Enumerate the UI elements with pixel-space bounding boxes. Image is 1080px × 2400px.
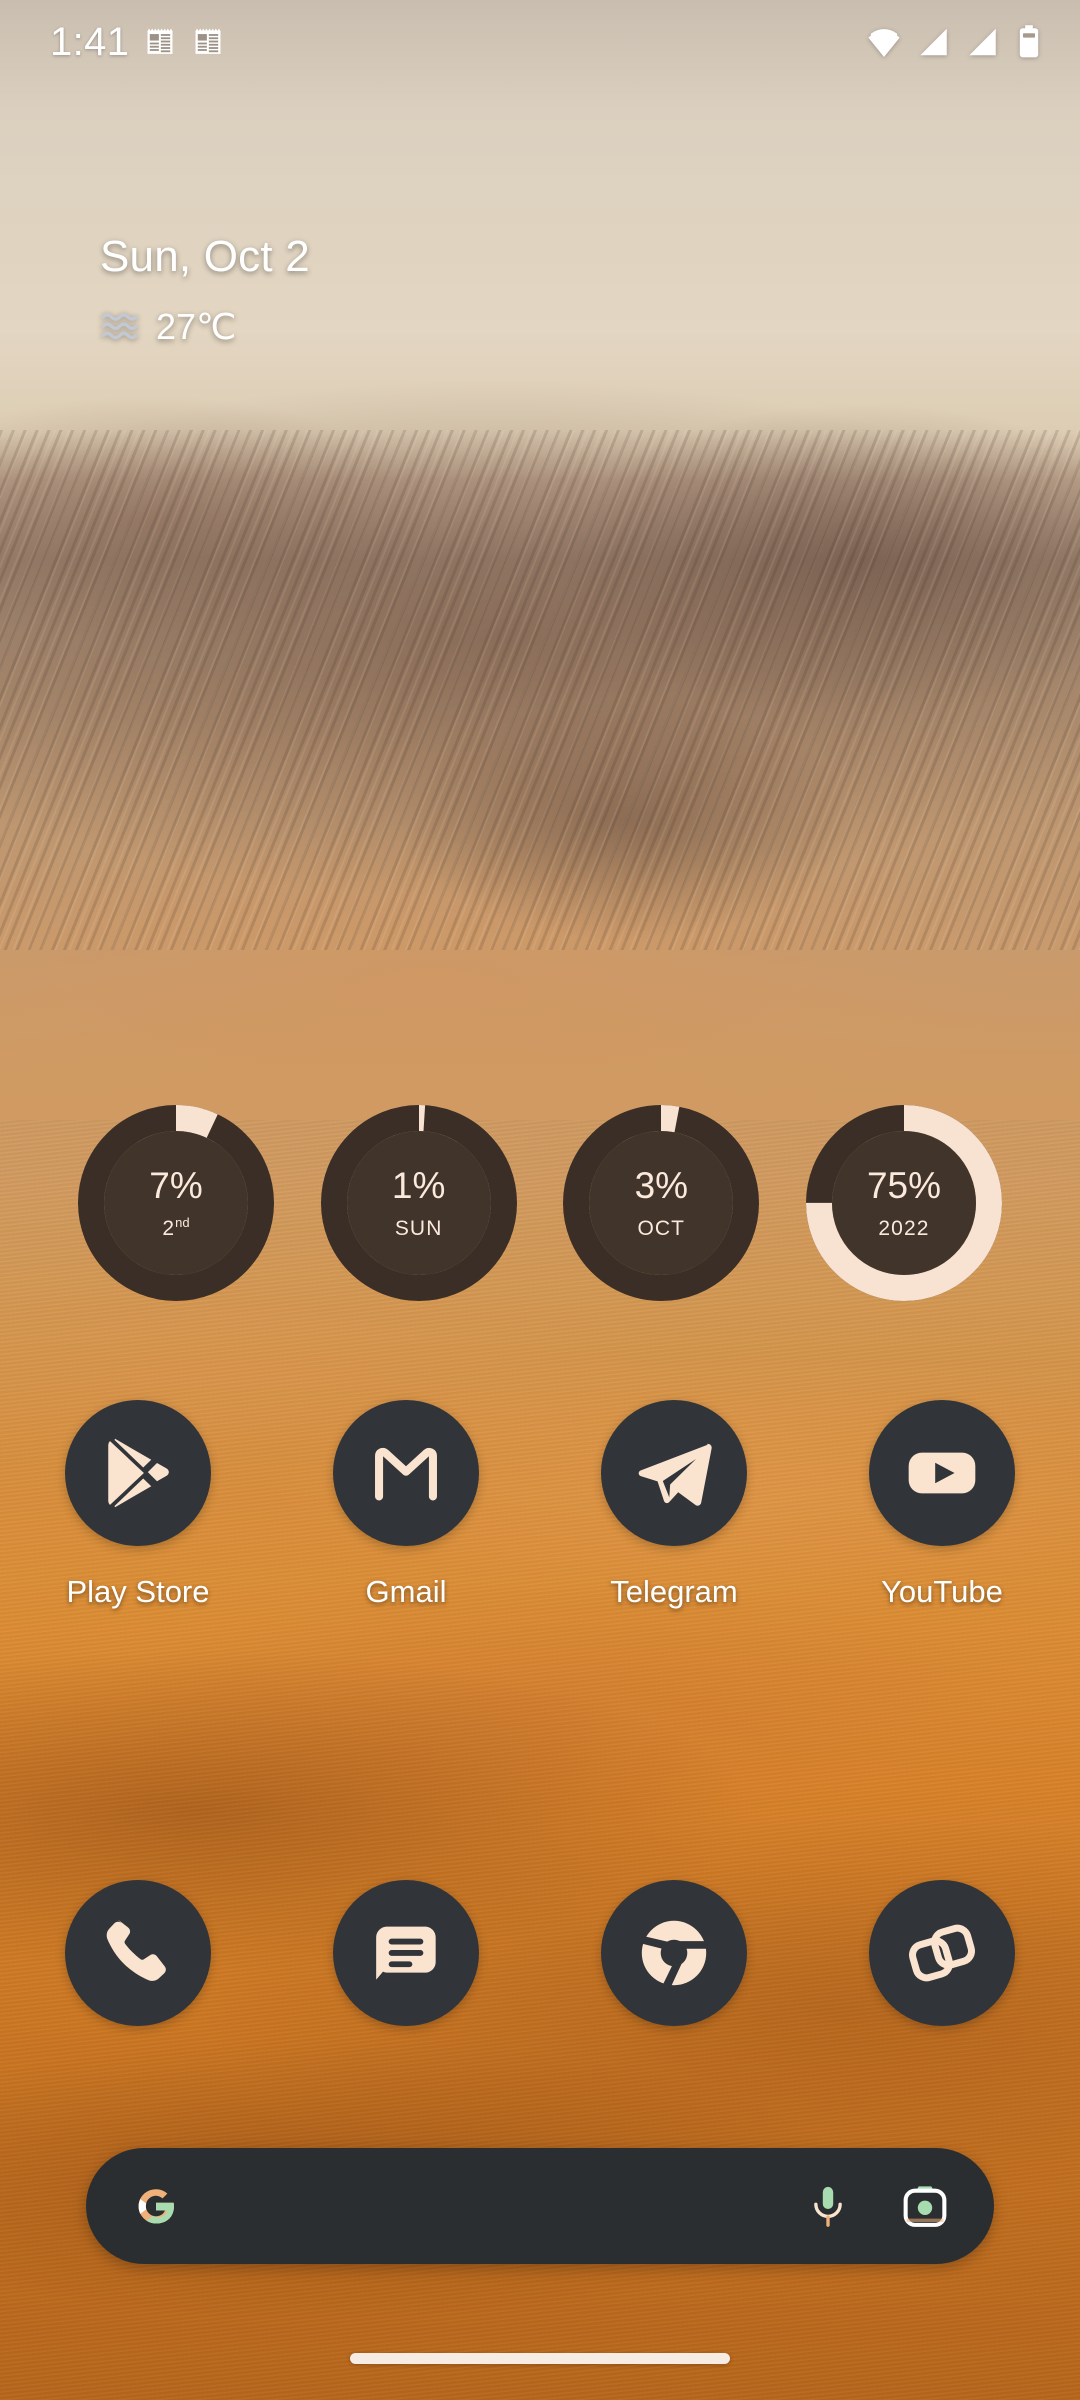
app-youtube[interactable]: YouTube	[860, 1400, 1024, 1610]
date-weather-widget[interactable]: Sun, Oct 2 27℃	[100, 232, 310, 348]
gmail-icon	[375, 1447, 437, 1501]
youtube-icon-bg[interactable]	[869, 1400, 1015, 1546]
week-progress-ring[interactable]: 1% SUN	[320, 1105, 517, 1301]
year-ring-sublabel: 2022	[878, 1217, 930, 1240]
day-progress-ring[interactable]: 7% 2nd	[78, 1105, 274, 1301]
google-lens-button[interactable]	[898, 2179, 952, 2233]
app-gmail[interactable]: Gmail	[324, 1400, 488, 1610]
app-grid: Play Store Gmail Telegram YouTube	[0, 1400, 1080, 1610]
battery-icon	[1019, 25, 1039, 58]
signal-bars-icon	[969, 28, 996, 56]
week-ring-sublabel: SUN	[394, 1217, 443, 1240]
telegram-icon	[638, 1443, 712, 1506]
youtube-icon	[908, 1452, 976, 1494]
news-article-icon	[147, 28, 173, 54]
gmail-icon-bg[interactable]	[333, 1400, 479, 1546]
phone-icon-bg[interactable]	[65, 1880, 211, 2026]
google-lens-camera-icon	[903, 2186, 947, 2227]
wifi-icon	[868, 29, 900, 58]
telegram-icon-bg[interactable]	[601, 1400, 747, 1546]
year-ring-face: 75% 2022	[831, 1131, 976, 1275]
temperature-text[interactable]: 27℃	[156, 306, 236, 348]
day-ring-face: 7% 2nd	[104, 1131, 248, 1275]
status-bar[interactable]: 1:41	[0, 0, 1080, 84]
day-ring-sublabel: 2nd	[162, 1215, 190, 1240]
month-ring-percent: 3%	[634, 1165, 689, 1206]
month-ring-sublabel: OCT	[637, 1217, 686, 1240]
home-gesture-pill[interactable]	[350, 2353, 730, 2364]
month-progress-ring[interactable]: 3% OCT	[563, 1105, 760, 1301]
day-ring-percent: 7%	[149, 1165, 203, 1206]
signal-bars-icon	[920, 28, 947, 56]
phone-icon	[106, 1919, 166, 1981]
microphone-button[interactable]	[802, 2180, 854, 2232]
app-label-play-store: Play Store	[66, 1574, 210, 1609]
microphone-icon	[814, 2186, 842, 2227]
progress-rings-row: 7% 2nd 1% SUN 3% OCT 75% 2022	[0, 1105, 1080, 1301]
year-ring-percent: 75%	[866, 1165, 941, 1206]
gallery-icon	[908, 1924, 976, 1982]
status-bar-left: 1:41	[50, 20, 225, 65]
google-g-logo	[138, 2189, 174, 2224]
dock-item-messages[interactable]	[324, 1880, 488, 2026]
status-bar-clock: 1:41	[50, 19, 130, 64]
app-play-store[interactable]: Play Store	[56, 1400, 220, 1610]
app-telegram[interactable]: Telegram	[592, 1400, 756, 1610]
gallery-icon-bg[interactable]	[869, 1880, 1015, 2026]
messages-icon-bg[interactable]	[333, 1880, 479, 2026]
dock-item-phone[interactable]	[56, 1880, 220, 2026]
date-text[interactable]: Sun, Oct 2	[100, 232, 310, 282]
chrome-icon	[641, 1920, 708, 1987]
chrome-icon-bg[interactable]	[601, 1880, 747, 2026]
play-store-icon	[108, 1438, 169, 1508]
dock	[0, 1880, 1080, 2026]
app-label-telegram: Telegram	[610, 1574, 738, 1609]
messages-icon	[376, 1926, 436, 1980]
week-ring-percent: 1%	[391, 1165, 446, 1206]
news-article-icon	[195, 28, 221, 54]
dock-item-chrome[interactable]	[592, 1880, 756, 2026]
status-bar-right	[865, 23, 1044, 61]
app-label-youtube: YouTube	[881, 1574, 1003, 1609]
weather-row[interactable]: 27℃	[100, 306, 310, 348]
google-search-bar[interactable]	[86, 2148, 994, 2264]
rock-texture-overlay	[0, 430, 1080, 950]
dock-item-gallery[interactable]	[860, 1880, 1024, 2026]
haze-waves-icon	[101, 313, 138, 340]
week-ring-face: 1% SUN	[346, 1131, 491, 1275]
play-store-icon-bg[interactable]	[65, 1400, 211, 1546]
year-progress-ring[interactable]: 75% 2022	[805, 1105, 1002, 1301]
month-ring-face: 3% OCT	[589, 1131, 734, 1275]
app-label-gmail: Gmail	[365, 1574, 447, 1609]
